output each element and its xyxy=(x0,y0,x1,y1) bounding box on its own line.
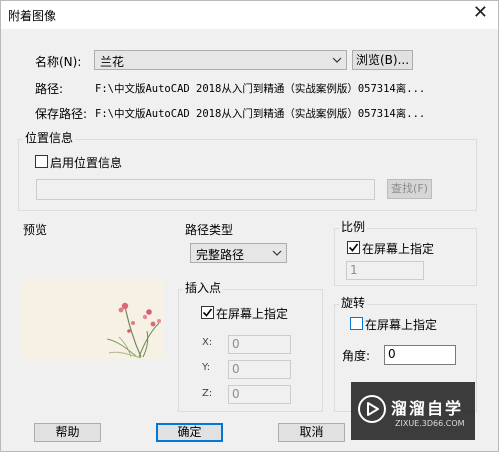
name-dropdown[interactable]: 兰花 xyxy=(94,50,347,70)
path-label: 路径: xyxy=(35,82,64,96)
scale-onscreen-checkbox[interactable] xyxy=(347,241,360,254)
cancel-button[interactable]: 取消 xyxy=(278,423,345,442)
rotation-onscreen-checkbox[interactable] xyxy=(350,317,363,330)
path-type-title: 路径类型 xyxy=(185,223,234,237)
title-bar: 附着图像 ✕ xyxy=(1,1,498,29)
dialog-title: 附着图像 xyxy=(8,9,57,23)
attach-image-dialog: 附着图像 ✕ 名称(N): 兰花 浏览(B)... 路径: F:\中文版Auto… xyxy=(0,0,499,452)
name-value: 兰花 xyxy=(100,55,125,69)
saved-path-label: 保存路径: xyxy=(35,107,88,121)
location-group xyxy=(18,139,477,211)
path-type-value: 完整路径 xyxy=(196,248,245,262)
z-label: Z: xyxy=(202,388,213,399)
scale-onscreen-label: 在屏幕上指定 xyxy=(362,242,435,256)
close-icon[interactable]: ✕ xyxy=(473,4,488,22)
location-group-title: 位置信息 xyxy=(23,131,76,145)
y-input[interactable]: 0 xyxy=(228,360,291,379)
ok-button[interactable]: 确定 xyxy=(156,423,223,442)
name-label: 名称(N): xyxy=(35,55,82,69)
insertion-onscreen-label: 在屏幕上指定 xyxy=(216,307,289,321)
watermark-overlay: 溜溜自学 ZIXUE.3D66.COM xyxy=(351,382,475,440)
play-logo-icon xyxy=(358,395,386,423)
scale-title: 比例 xyxy=(339,220,368,234)
scale-input[interactable]: 1 xyxy=(346,261,424,280)
x-label: X: xyxy=(202,337,213,348)
chevron-down-icon xyxy=(272,250,282,256)
insertion-onscreen-checkbox[interactable] xyxy=(201,306,214,319)
checkmark-icon xyxy=(348,243,359,252)
insertion-point-title: 插入点 xyxy=(183,281,224,295)
rotation-onscreen-label: 在屏幕上指定 xyxy=(365,318,438,332)
orchid-painting-icon xyxy=(21,279,164,359)
saved-path-value: F:\中文版AutoCAD 2018从入门到精通（实战案例版）057314离..… xyxy=(95,108,426,120)
rotation-title: 旋转 xyxy=(339,296,368,310)
watermark-url: ZIXUE.3D66.COM xyxy=(395,419,465,428)
help-button[interactable]: 帮助 xyxy=(34,423,101,442)
y-label: Y: xyxy=(202,362,211,373)
preview-label: 预览 xyxy=(23,223,48,237)
chevron-down-icon xyxy=(332,57,342,63)
location-field[interactable] xyxy=(36,179,375,200)
find-button[interactable]: 查找(F) xyxy=(387,179,432,199)
path-value: F:\中文版AutoCAD 2018从入门到精通（实战案例版）057314离..… xyxy=(95,83,426,95)
checkmark-icon xyxy=(202,308,213,317)
path-type-dropdown[interactable]: 完整路径 xyxy=(190,243,287,263)
angle-label: 角度: xyxy=(342,349,371,363)
browse-button[interactable]: 浏览(B)... xyxy=(352,50,413,70)
angle-input[interactable]: 0 xyxy=(384,345,456,365)
enable-location-label: 启用位置信息 xyxy=(50,156,123,170)
z-input[interactable]: 0 xyxy=(228,385,291,404)
x-input[interactable]: 0 xyxy=(228,335,291,354)
watermark-text: 溜溜自学 xyxy=(391,399,464,418)
orchid-preview-image xyxy=(21,279,164,359)
enable-location-checkbox[interactable] xyxy=(35,155,48,168)
